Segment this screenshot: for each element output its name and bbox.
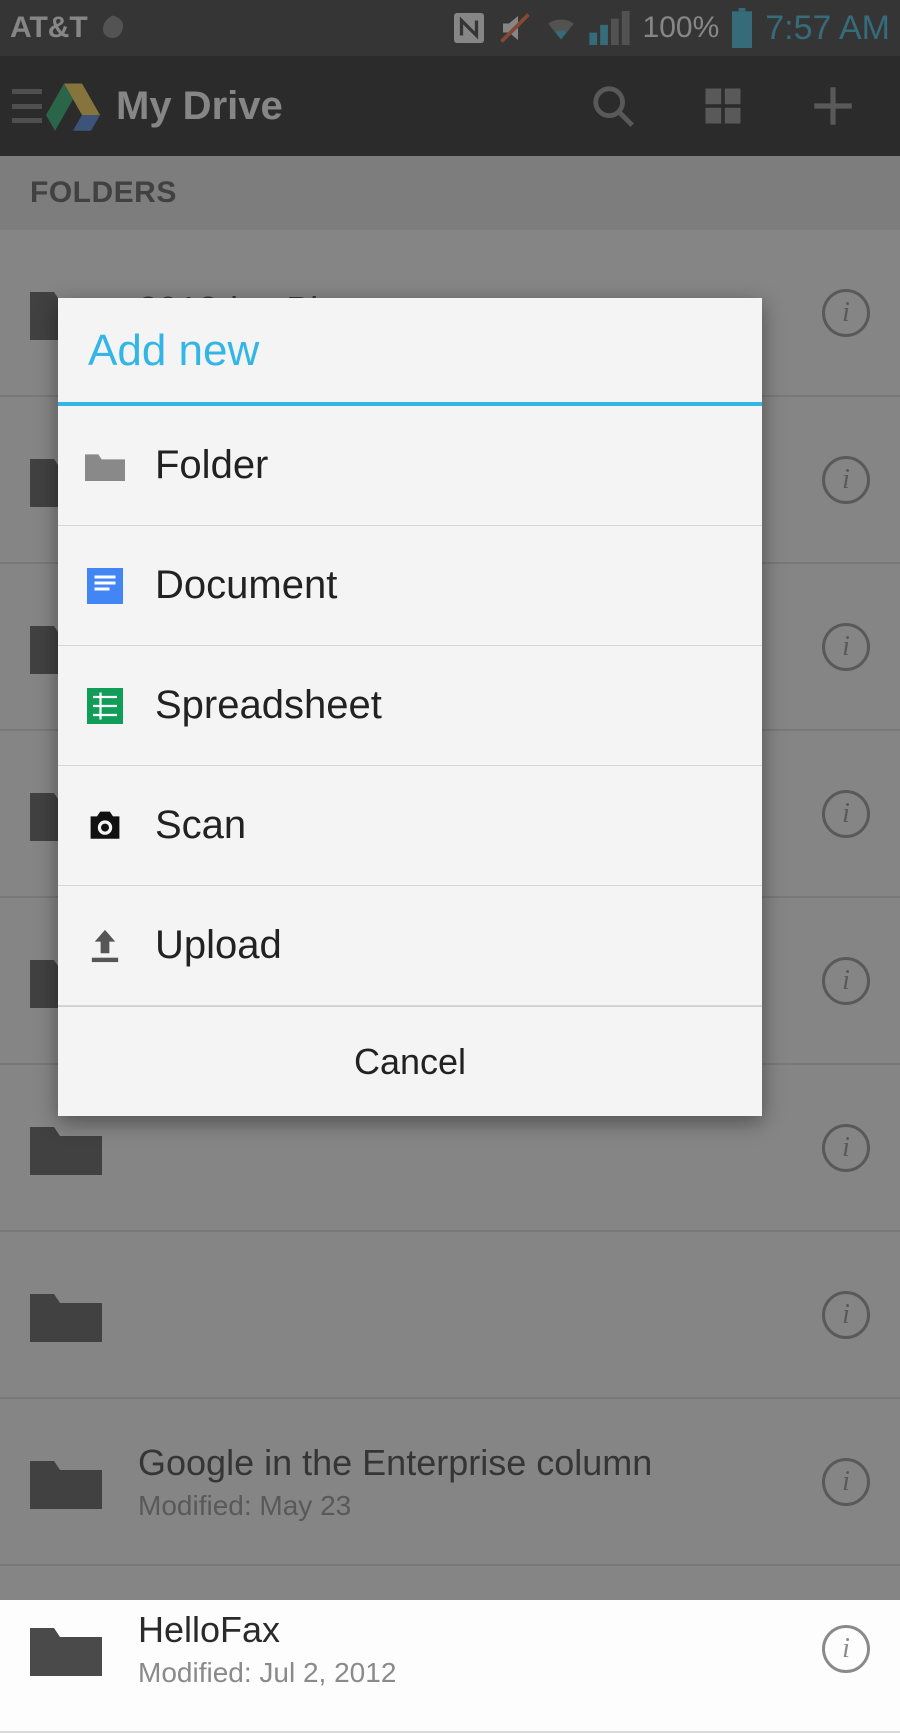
cancel-button[interactable]: Cancel xyxy=(58,1006,762,1116)
add-new-dialog: Add new Folder Document Spreadsheet Scan… xyxy=(58,298,762,1116)
upload-icon xyxy=(82,923,127,968)
dialog-item-label: Document xyxy=(155,563,337,608)
info-icon[interactable]: i xyxy=(822,1625,870,1673)
dialog-item-label: Upload xyxy=(155,923,282,968)
dialog-item-label: Folder xyxy=(155,443,268,488)
dialog-item-spreadsheet[interactable]: Spreadsheet xyxy=(58,646,762,766)
camera-icon xyxy=(82,803,127,848)
item-title: HelloFax xyxy=(138,1609,822,1651)
dialog-item-label: Spreadsheet xyxy=(155,683,382,728)
dialog-title: Add new xyxy=(58,298,762,406)
cancel-label: Cancel xyxy=(354,1041,466,1083)
item-subtitle: Modified: Jul 2, 2012 xyxy=(138,1657,822,1689)
dialog-item-scan[interactable]: Scan xyxy=(58,766,762,886)
dialog-item-upload[interactable]: Upload xyxy=(58,886,762,1006)
dialog-item-folder[interactable]: Folder xyxy=(58,406,762,526)
dialog-item-document[interactable]: Document xyxy=(58,526,762,646)
spreadsheet-icon xyxy=(82,683,127,728)
dialog-item-label: Scan xyxy=(155,803,246,848)
folder-icon xyxy=(30,1621,102,1677)
folder-icon xyxy=(82,443,127,488)
document-icon xyxy=(82,563,127,608)
